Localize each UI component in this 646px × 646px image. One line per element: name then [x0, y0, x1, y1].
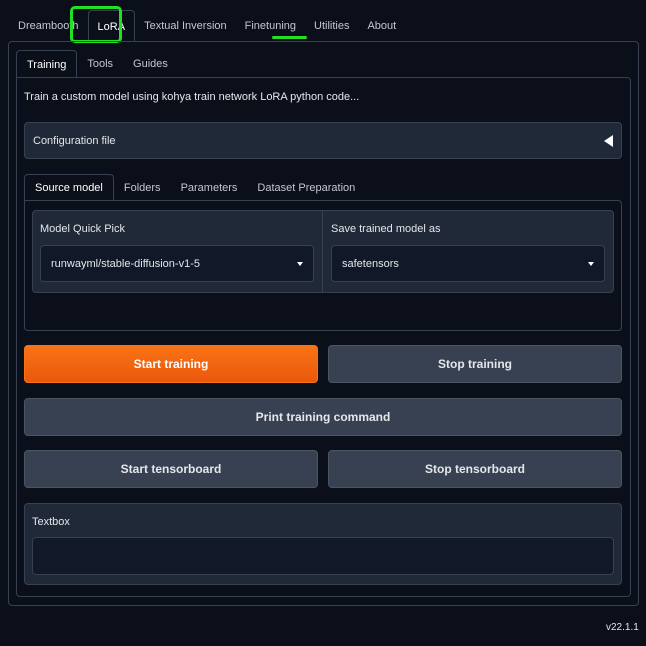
tab-guides[interactable]: Guides — [123, 50, 178, 78]
page-description: Train a custom model using kohya train n… — [24, 91, 360, 103]
model-quick-pick-value: runwayml/stable-diffusion-v1-5 — [51, 257, 200, 270]
tab-training[interactable]: Training — [16, 50, 78, 78]
textbox-label: Textbox — [32, 516, 70, 528]
configuration-file-label: Configuration file — [33, 134, 116, 147]
dropdown-arrow-icon — [588, 261, 594, 266]
print-training-command-button[interactable]: Print training command — [24, 398, 622, 436]
save-model-as-dropdown[interactable]: safetensors — [331, 245, 605, 282]
configuration-file-accordion[interactable]: Configuration file — [24, 122, 622, 159]
tab-parameters[interactable]: Parameters — [171, 174, 248, 201]
tab-textual-inversion[interactable]: Textual Inversion — [135, 10, 236, 42]
stop-training-button[interactable]: Stop training — [328, 345, 622, 383]
version-label: v22.1.1 — [606, 622, 639, 633]
tab-about[interactable]: About — [358, 10, 405, 42]
save-model-as-label: Save trained model as — [331, 223, 441, 235]
top-tab-bar: Dreambooth LoRA Textual Inversion Finetu… — [9, 10, 405, 42]
model-quick-pick-label: Model Quick Pick — [40, 223, 125, 235]
tab-lora[interactable]: LoRA — [87, 10, 136, 42]
tab-source-model[interactable]: Source model — [24, 174, 114, 201]
collapse-triangle-icon — [604, 134, 613, 147]
start-tensorboard-button[interactable]: Start tensorboard — [24, 450, 318, 488]
sub-tab-bar: Training Tools Guides — [16, 50, 178, 78]
tab-folders[interactable]: Folders — [114, 174, 171, 201]
utilities-tab-underline — [272, 36, 307, 39]
tab-dataset-preparation[interactable]: Dataset Preparation — [247, 174, 365, 201]
dropdown-arrow-icon — [297, 261, 303, 266]
model-quick-pick-dropdown[interactable]: runwayml/stable-diffusion-v1-5 — [40, 245, 314, 282]
model-options-divider — [322, 210, 323, 293]
textbox-input[interactable] — [32, 537, 614, 575]
source-tab-bar: Source model Folders Parameters Dataset … — [24, 174, 365, 201]
stop-tensorboard-button[interactable]: Stop tensorboard — [328, 450, 622, 488]
save-model-as-value: safetensors — [342, 257, 399, 270]
tab-dreambooth[interactable]: Dreambooth — [9, 10, 88, 42]
tab-tools[interactable]: Tools — [77, 50, 123, 78]
tab-utilities[interactable]: Utilities — [305, 10, 358, 42]
start-training-button[interactable]: Start training — [24, 345, 318, 383]
